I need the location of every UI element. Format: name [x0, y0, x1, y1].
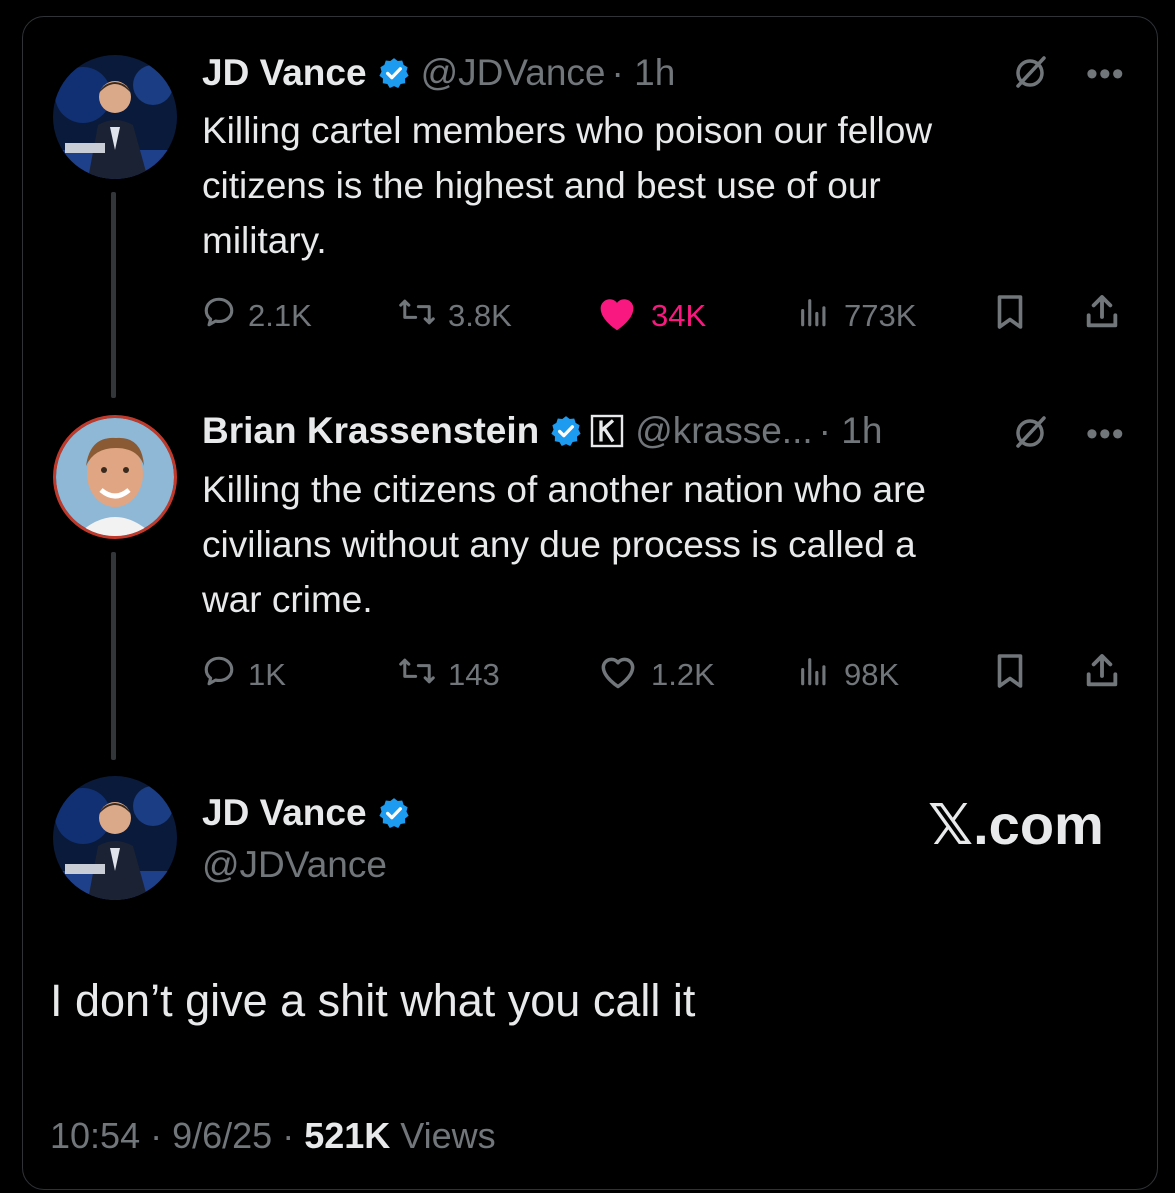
avatar-krassenstein[interactable]	[53, 415, 177, 539]
tweet3-date[interactable]: 9/6/25	[172, 1115, 272, 1156]
views-count: 773K	[844, 298, 917, 333]
tweet3-handle[interactable]: @JDVance	[202, 844, 387, 886]
like-icon	[597, 652, 651, 698]
tweet2-text-line: civilians without any due process is cal…	[202, 524, 916, 565]
like-button[interactable]: 1.2K	[597, 651, 715, 699]
grok-icon[interactable]	[1010, 52, 1050, 97]
avatar-jdvance-1[interactable]	[53, 55, 177, 179]
tweet2-text-line: Killing the citizens of another nation w…	[202, 469, 926, 510]
xcom-watermark: 𝕏.com	[928, 793, 1104, 856]
bookmark-button[interactable]	[992, 651, 1040, 699]
tweet3-meta: 10:54 · 9/6/25 · 521K Views	[50, 1115, 496, 1157]
reply-icon	[202, 295, 248, 337]
meta-separator: ·	[150, 1115, 173, 1156]
tweet3-text: I don’t give a shit what you call it	[50, 975, 696, 1026]
thread-line-2	[111, 552, 116, 760]
views-icon	[796, 295, 844, 337]
grok-icon[interactable]	[1010, 412, 1050, 457]
tweet1-time[interactable]: · 1h	[612, 52, 676, 94]
verified-badge-icon[interactable]	[377, 56, 411, 90]
tweet2-time[interactable]: · 1h	[819, 410, 883, 452]
bookmark-icon	[992, 651, 1040, 699]
tweet1-text-line: Killing cartel members who poison our fe…	[202, 110, 933, 151]
tweet3-handle-row: @JDVance	[202, 842, 387, 888]
tweet2-top-icons: •••	[1010, 412, 1125, 457]
tweet3-views-label: Views	[400, 1115, 496, 1156]
tweet3-author-name[interactable]: JD Vance	[202, 792, 367, 834]
repost-button[interactable]: 143	[398, 651, 500, 699]
verified-badge-icon[interactable]	[377, 796, 411, 830]
bookmark-button[interactable]	[992, 292, 1040, 340]
tweet2-text: Killing the citizens of another nation w…	[202, 462, 1102, 627]
like-count: 1.2K	[651, 657, 715, 692]
repost-icon	[398, 295, 448, 337]
repost-count: 143	[448, 657, 500, 692]
tweet1-text-line: citizens is the highest and best use of …	[202, 165, 881, 206]
like-button[interactable]: 34K	[595, 292, 706, 340]
tweet2-header: Brian Krassenstein @krasse... · 1h	[202, 408, 882, 454]
tweet3-time[interactable]: 10:54	[50, 1115, 140, 1156]
tweet2-actions: 1K 143 1.2K 98K	[202, 651, 1127, 699]
reply-icon	[202, 654, 248, 696]
tweet1-handle[interactable]: @JDVance	[421, 52, 606, 94]
avatar-jdvance-2[interactable]	[53, 776, 177, 900]
bookmark-icon	[992, 292, 1040, 340]
views-button[interactable]: 98K	[796, 651, 899, 699]
views-button[interactable]: 773K	[796, 292, 916, 340]
tweet3-header: JD Vance	[202, 790, 411, 836]
reply-count: 2.1K	[248, 298, 312, 333]
tweet1-author-name[interactable]: JD Vance	[202, 52, 367, 94]
thread-line-1	[111, 192, 116, 398]
share-icon	[1082, 651, 1134, 699]
tweet3-views-count: 521K	[304, 1115, 391, 1156]
tweet1-actions: 2.1K 3.8K 34K 773K	[202, 292, 1127, 340]
reply-count: 1K	[248, 657, 286, 692]
tweet1-header: JD Vance @JDVance · 1h	[202, 50, 675, 96]
share-button[interactable]	[1082, 292, 1134, 340]
tweet2-text-line: war crime.	[202, 579, 373, 620]
repost-icon	[398, 654, 448, 696]
more-icon[interactable]: •••	[1086, 55, 1125, 94]
like-icon	[595, 292, 651, 340]
share-icon	[1082, 292, 1134, 340]
like-count: 34K	[651, 298, 707, 333]
tweet2-author-name[interactable]: Brian Krassenstein	[202, 410, 539, 452]
tweet2-handle[interactable]: @krasse...	[635, 410, 812, 452]
repost-count: 3.8K	[448, 298, 512, 333]
affiliate-k-icon[interactable]	[589, 413, 625, 449]
reply-button[interactable]: 1K	[202, 651, 286, 699]
tweet1-top-icons: •••	[1010, 52, 1125, 97]
meta-separator: ·	[282, 1115, 305, 1156]
repost-button[interactable]: 3.8K	[398, 292, 512, 340]
share-button[interactable]	[1082, 651, 1134, 699]
reply-button[interactable]: 2.1K	[202, 292, 312, 340]
more-icon[interactable]: •••	[1086, 415, 1125, 454]
tweet1-text-line: military.	[202, 220, 327, 261]
views-count: 98K	[844, 657, 900, 692]
views-icon	[796, 654, 844, 696]
verified-badge-icon[interactable]	[549, 414, 583, 448]
tweet1-text: Killing cartel members who poison our fe…	[202, 103, 1102, 268]
